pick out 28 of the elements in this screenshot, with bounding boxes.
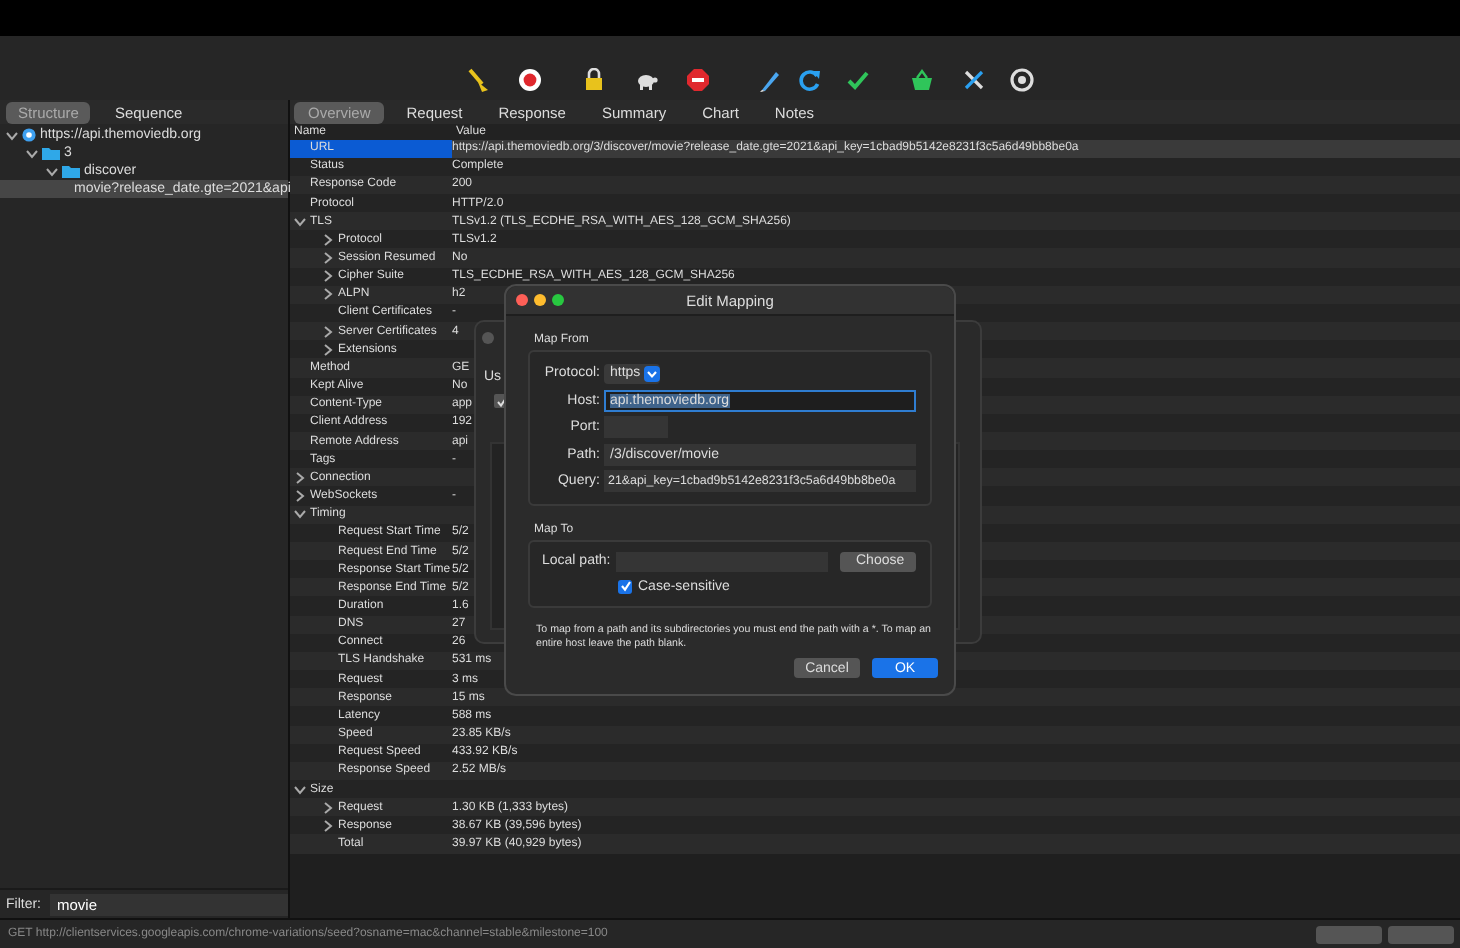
chevron-icon[interactable] <box>294 508 306 521</box>
chevron-icon[interactable] <box>322 233 334 246</box>
lock-icon[interactable] <box>582 68 606 92</box>
chevron-icon[interactable] <box>294 490 306 503</box>
stop-icon[interactable] <box>686 68 710 92</box>
record-icon[interactable] <box>518 68 542 92</box>
chevron-icon[interactable] <box>6 129 18 141</box>
chevron-icon[interactable] <box>322 819 334 832</box>
chevron-icon[interactable] <box>46 165 58 177</box>
caret-icon[interactable] <box>646 367 659 380</box>
broom-icon[interactable] <box>466 68 490 92</box>
chevron-icon[interactable] <box>322 343 334 356</box>
chevron-icon[interactable] <box>322 270 334 283</box>
checkmark-icon[interactable] <box>846 68 870 92</box>
settings-icon[interactable] <box>1010 68 1034 92</box>
pen-icon[interactable] <box>758 68 782 92</box>
chevron-icon[interactable] <box>294 783 306 796</box>
chevron-icon[interactable] <box>322 288 334 301</box>
chevron-icon[interactable] <box>294 471 306 484</box>
tools-icon[interactable] <box>962 68 986 92</box>
chevron-icon[interactable] <box>26 147 38 159</box>
chevron-icon[interactable] <box>322 325 334 338</box>
refresh-icon[interactable] <box>798 68 822 92</box>
chevron-icon[interactable] <box>322 801 334 814</box>
chevron-icon[interactable] <box>322 252 334 265</box>
globe-icon <box>22 128 36 142</box>
basket-icon[interactable] <box>910 68 934 92</box>
chevron-icon[interactable] <box>294 215 306 228</box>
